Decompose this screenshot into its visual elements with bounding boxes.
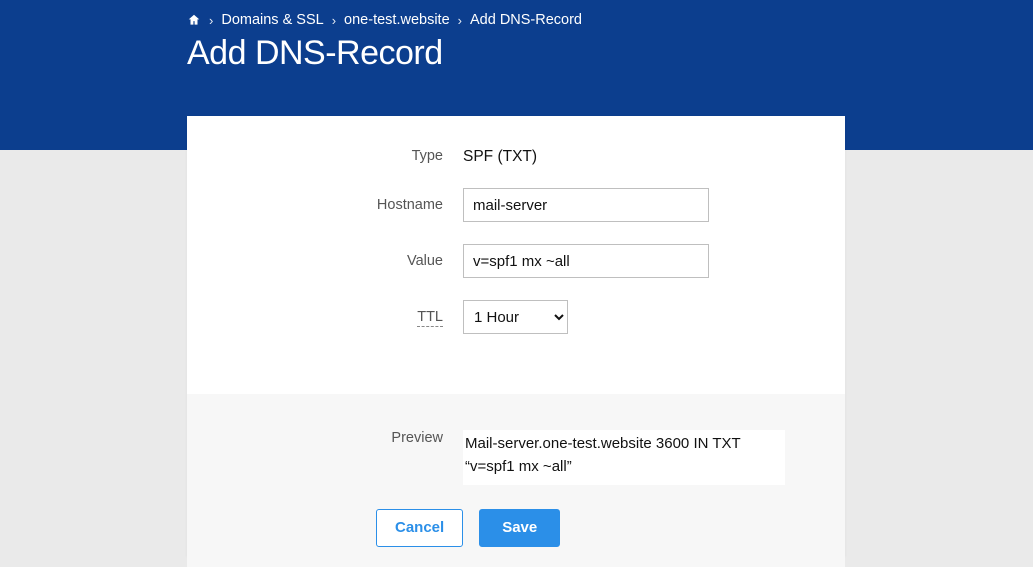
form-panel: Type SPF (TXT) Hostname Value TTL 1 Hour xyxy=(187,116,845,556)
breadcrumb-domains-ssl[interactable]: Domains & SSL xyxy=(221,12,323,28)
page-title: Add DNS-Record xyxy=(187,34,1033,73)
row-type: Type SPF (TXT) xyxy=(187,146,845,166)
preview-text: Mail-server.one-test.website 3600 IN TXT… xyxy=(463,430,785,485)
chevron-right-icon: › xyxy=(332,13,336,28)
preview-section: Preview Mail-server.one-test.website 360… xyxy=(187,394,845,567)
type-value: SPF (TXT) xyxy=(463,146,845,166)
home-icon[interactable] xyxy=(187,13,201,27)
hostname-label: Hostname xyxy=(187,197,463,213)
breadcrumb-current: Add DNS-Record xyxy=(470,12,582,28)
breadcrumb: › Domains & SSL › one-test.website › Add… xyxy=(187,12,1033,28)
row-hostname: Hostname xyxy=(187,188,845,222)
preview-label: Preview xyxy=(187,430,463,446)
value-input[interactable] xyxy=(463,244,709,278)
chevron-right-icon: › xyxy=(209,13,213,28)
chevron-right-icon: › xyxy=(458,13,462,28)
ttl-label: TTL xyxy=(187,309,463,325)
type-label: Type xyxy=(187,148,463,164)
row-value: Value xyxy=(187,244,845,278)
cancel-button[interactable]: Cancel xyxy=(376,509,463,547)
breadcrumb-domain-name[interactable]: one-test.website xyxy=(344,12,450,28)
row-ttl: TTL 1 Hour xyxy=(187,300,845,334)
save-button[interactable]: Save xyxy=(479,509,560,547)
ttl-select[interactable]: 1 Hour xyxy=(463,300,568,334)
hostname-input[interactable] xyxy=(463,188,709,222)
value-label: Value xyxy=(187,253,463,269)
